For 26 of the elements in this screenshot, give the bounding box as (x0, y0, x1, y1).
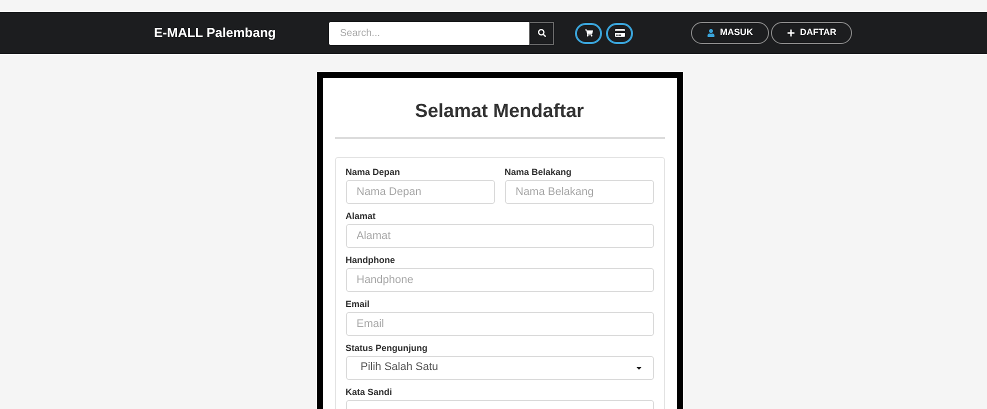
input-field[interactable]: Handphone (346, 268, 654, 292)
input-field[interactable]: Nama Belakang (504, 180, 654, 204)
user-icon (707, 29, 715, 37)
input-field[interactable]: Nama Depan (346, 180, 494, 204)
search-button[interactable] (529, 22, 554, 44)
field-label: Nama Depan (346, 166, 402, 178)
search-field[interactable]: Search... (329, 22, 529, 44)
form-title: Selamat Mendaftar (414, 100, 585, 124)
field-label: Status Pengunjung (346, 342, 428, 354)
field-label: Alamat (346, 210, 377, 222)
card-button[interactable] (606, 22, 633, 44)
credit-card-icon (614, 28, 624, 38)
plus-icon (787, 29, 795, 37)
register-button[interactable]: DAFTAR (771, 22, 852, 44)
cart-button[interactable] (575, 22, 602, 44)
login-button[interactable]: MASUK (691, 22, 769, 44)
input-field[interactable]: Alamat (346, 224, 654, 248)
field-label: Email (346, 298, 371, 310)
field-label: Handphone (346, 254, 396, 266)
select-field[interactable]: Pilih Salah Satu (346, 356, 654, 380)
field-label: Kata Sandi (346, 386, 394, 398)
field-label: Nama Belakang (504, 166, 573, 178)
brand-title: E-MALL Palembang (154, 24, 277, 42)
input-field[interactable]: Email (346, 312, 654, 336)
search-icon (538, 29, 546, 37)
cart-icon (584, 29, 592, 37)
